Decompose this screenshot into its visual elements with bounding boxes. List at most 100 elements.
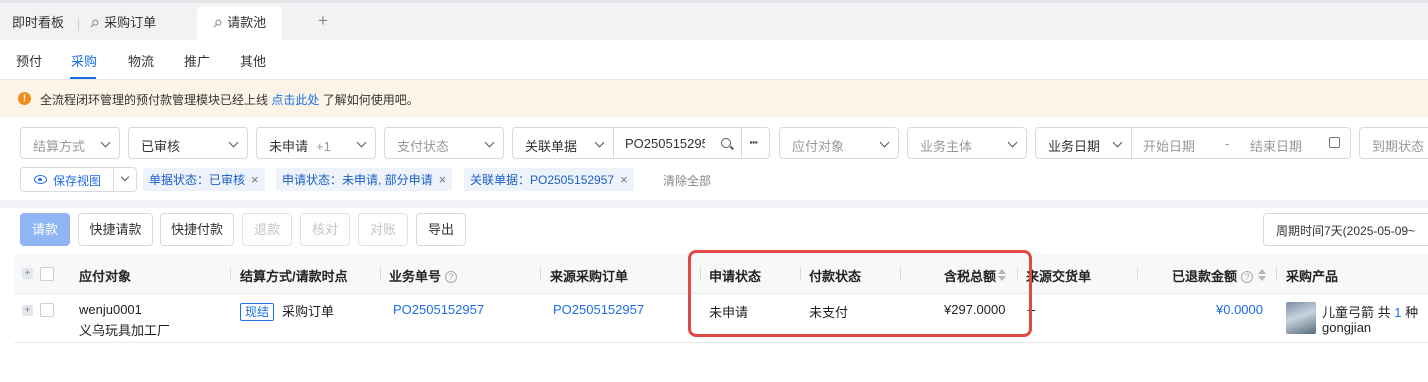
search-icon[interactable] — [721, 138, 731, 148]
pay-status-select[interactable]: 支付状态 — [384, 127, 504, 159]
product-unit: 种 — [1405, 305, 1419, 320]
select-value: 到期状态 — [1372, 139, 1425, 154]
row-checkbox[interactable] — [40, 303, 54, 317]
subnav-purchase[interactable]: 采购 — [71, 51, 97, 70]
tab-dashboard[interactable]: 即时看板 — [12, 6, 64, 43]
column-divider[interactable] — [1276, 267, 1277, 281]
chevron-down-icon — [1112, 137, 1123, 148]
notice-text: 全流程闭环管理的预付款管理模块已经上线 点击此处 了解如何使用吧。 — [40, 91, 419, 108]
expand-all-icon[interactable]: + — [22, 268, 33, 279]
chevron-down-icon — [879, 137, 890, 148]
chevron-down-icon — [1007, 137, 1018, 148]
date-separator: - — [1225, 136, 1230, 151]
filter-chip-related-doc: 关联单据：PO2505152957 × — [464, 168, 634, 191]
settlement-select[interactable]: 结算方式 — [20, 127, 120, 159]
notice-banner: ! 全流程闭环管理的预付款管理模块已经上线 点击此处 了解如何使用吧。 — [0, 80, 1428, 117]
select-value: 应付对象 — [792, 139, 845, 154]
tab-divider — [78, 19, 79, 31]
warning-icon: ! — [18, 92, 31, 105]
settlement-tag: 现结 — [240, 303, 275, 321]
refund-button[interactable]: 退款 — [242, 213, 292, 246]
settlement-point: 采购订单 — [282, 304, 335, 319]
doc-status-select[interactable]: 已审核 — [128, 127, 248, 159]
select-value: 业务主体 — [920, 139, 973, 154]
chevron-down-icon — [356, 137, 367, 148]
period-value: 周期时间7天(2025-05-09~ — [1276, 224, 1416, 238]
divider — [1131, 128, 1132, 158]
chip-label: 关联单据：PO2505152957 — [470, 173, 615, 187]
active-tab-indicator — [70, 77, 96, 79]
export-button[interactable]: 导出 — [416, 213, 466, 246]
quick-request-button[interactable]: 快捷请款 — [78, 213, 153, 246]
select-value-wrap: 未申请 +1 — [269, 136, 331, 155]
help-icon[interactable]: ? — [1241, 271, 1254, 283]
tab-label: 即时看板 — [12, 15, 65, 30]
select-value: 未申请 — [269, 139, 309, 154]
expand-row-icon[interactable]: + — [22, 305, 33, 316]
refunded-amount-link[interactable]: ¥0.0000 — [1216, 302, 1263, 317]
chevron-down-icon — [484, 137, 495, 148]
calendar-icon[interactable] — [1329, 137, 1340, 148]
notice-link[interactable]: 点击此处 — [271, 93, 319, 107]
sort-icon[interactable] — [1258, 269, 1266, 281]
subnav-promotion[interactable]: 推广 — [184, 51, 210, 70]
add-tab-icon[interactable]: + — [318, 11, 328, 31]
period-select[interactable]: 周期时间7天(2025-05-09~ — [1263, 213, 1428, 246]
eye-icon — [34, 175, 47, 184]
payee-select[interactable]: 应付对象 — [779, 127, 899, 159]
chevron-down-icon[interactable] — [120, 172, 130, 182]
tab-purchase-orders[interactable]: ⚲ 采购订单 — [87, 6, 156, 43]
subnav-logistics[interactable]: 物流 — [128, 51, 154, 70]
subnav-prepaid[interactable]: 预付 — [16, 51, 42, 70]
select-value: 结算方式 — [33, 139, 86, 154]
notice-text-before: 全流程闭环管理的预付款管理模块已经上线 — [40, 93, 269, 107]
product-count-link[interactable]: 1 — [1394, 305, 1401, 320]
date-type-select[interactable]: 业务日期 — [1036, 128, 1131, 158]
save-view-label: 保存视图 — [53, 174, 102, 188]
divider — [113, 168, 114, 191]
subnav-other[interactable]: 其他 — [240, 51, 266, 70]
check-button[interactable]: 核对 — [300, 213, 350, 246]
divider — [741, 128, 742, 158]
annotation-highlight-box — [688, 250, 1032, 337]
date-range-filter: 业务日期 开始日期 - 结束日期 — [1035, 127, 1351, 159]
col-label: 业务单号 — [389, 269, 442, 284]
quick-pay-button[interactable]: 快捷付款 — [160, 213, 234, 246]
save-view-button[interactable]: 保存视图 — [20, 167, 137, 192]
biz-no-link[interactable]: PO2505152957 — [393, 302, 484, 317]
product-thumbnail[interactable] — [1286, 302, 1316, 334]
close-icon[interactable]: × — [620, 172, 628, 187]
column-divider[interactable] — [230, 267, 231, 281]
settlement-cell: 现结 采购订单 — [240, 301, 334, 321]
filter-chip-apply-status: 申请状态：未申请, 部分申请 × — [276, 168, 453, 191]
column-divider[interactable] — [540, 267, 541, 281]
end-date-input[interactable]: 结束日期 — [1250, 136, 1302, 155]
reconcile-button[interactable]: 对账 — [358, 213, 408, 246]
col-biz-no: 业务单号? — [389, 266, 458, 285]
chevron-down-icon — [100, 137, 111, 148]
entity-select[interactable]: 业务主体 — [907, 127, 1027, 159]
more-options-icon[interactable]: ··· — [749, 134, 759, 150]
help-icon[interactable]: ? — [445, 271, 458, 283]
select-value: 业务日期 — [1048, 139, 1101, 154]
related-doc-input[interactable]: PO2505152957 — [625, 136, 705, 151]
column-divider[interactable] — [380, 267, 381, 281]
select-all-checkbox[interactable] — [40, 267, 54, 281]
filter-chip-doc-status: 单据状态：已审核 × — [143, 168, 265, 191]
tab-payment-pool[interactable]: ⚲ 请款池 — [197, 6, 283, 43]
start-date-input[interactable]: 开始日期 — [1143, 136, 1195, 155]
chevron-down-icon — [594, 137, 605, 148]
divider — [613, 128, 614, 158]
close-icon[interactable]: × — [251, 172, 259, 187]
col-product: 采购产品 — [1286, 269, 1339, 284]
column-divider[interactable] — [1137, 267, 1138, 281]
due-status-select[interactable]: 到期状态 — [1359, 127, 1428, 159]
sub-nav: 预付 采购 物流 推广 其他 — [0, 40, 1428, 80]
related-doc-type-select[interactable]: 关联单据 — [513, 128, 613, 158]
clear-all-link[interactable]: 清除全部 — [663, 172, 711, 189]
close-icon[interactable]: × — [439, 172, 447, 187]
apply-status-select[interactable]: 未申请 +1 — [256, 127, 376, 159]
request-payment-button[interactable]: 请款 — [20, 213, 70, 246]
source-po-link[interactable]: PO2505152957 — [553, 302, 644, 317]
chip-label: 申请状态：未申请, 部分申请 — [282, 173, 433, 187]
